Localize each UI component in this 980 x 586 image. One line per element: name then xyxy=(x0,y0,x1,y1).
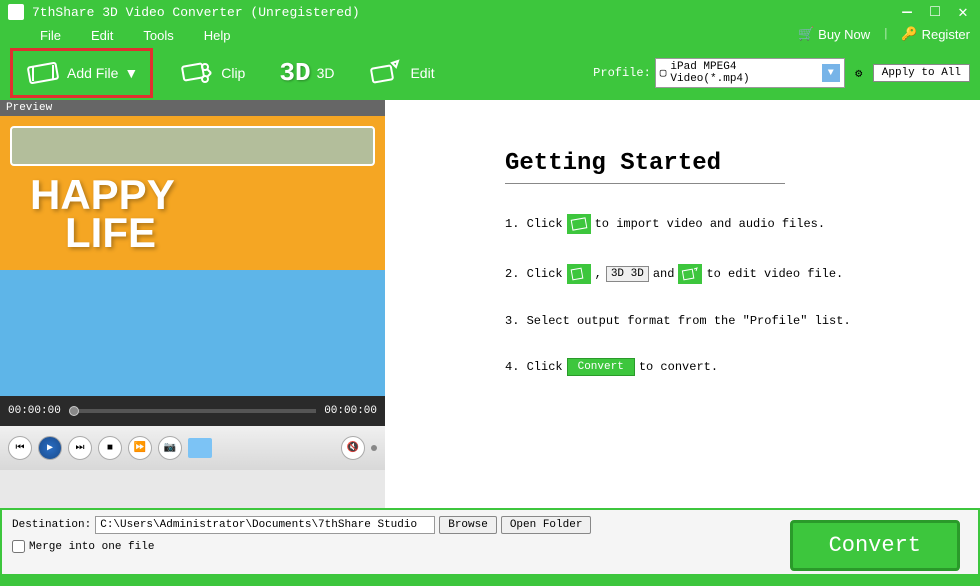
profile-value: iPad MPEG4 Video(*.mp4) xyxy=(670,61,817,85)
inline-convert-badge: Convert xyxy=(567,358,635,376)
time-start: 00:00:00 xyxy=(8,405,61,417)
merge-label: Merge into one file xyxy=(29,541,154,553)
apply-to-all-button[interactable]: Apply to All xyxy=(873,64,970,82)
inline-film-icon xyxy=(567,214,591,234)
divider: | xyxy=(882,27,889,41)
menubar: File Edit Tools Help 🛒 Buy Now | 🔑 Regis… xyxy=(0,24,980,46)
film-icon xyxy=(25,59,61,87)
window-title: 7thShare 3D Video Converter (Unregistere… xyxy=(32,5,888,20)
dropdown-arrow-icon: ▼ xyxy=(124,65,138,81)
add-file-button[interactable]: Add File ▼ xyxy=(10,48,153,98)
stop-button[interactable]: ■ xyxy=(98,436,122,460)
convert-button[interactable]: Convert xyxy=(790,520,960,571)
add-file-label: Add File xyxy=(67,65,118,81)
step-3: 3. Select output format from the "Profil… xyxy=(505,314,950,328)
destination-input[interactable] xyxy=(95,516,435,534)
close-button[interactable]: ✕ xyxy=(954,2,972,22)
inline-3d-badge: 3D 3D xyxy=(606,266,649,282)
inline-edit-icon xyxy=(678,264,702,284)
playback-slider[interactable] xyxy=(69,409,316,413)
clip-button[interactable]: Clip xyxy=(171,55,253,91)
menu-file[interactable]: File xyxy=(40,28,61,43)
step-1: 1. Click to import video and audio files… xyxy=(505,214,950,234)
time-bar: 00:00:00 00:00:00 xyxy=(0,396,385,426)
menu-help[interactable]: Help xyxy=(204,28,231,43)
cart-icon: 🛒 xyxy=(798,26,814,42)
chevron-down-icon: ▼ xyxy=(822,64,840,82)
browse-button[interactable]: Browse xyxy=(439,516,497,534)
buy-now-label: Buy Now xyxy=(818,27,870,42)
profile-section: Profile: ▢ iPad MPEG4 Video(*.mp4) ▼ ⚙ A… xyxy=(593,58,970,88)
clip-label: Clip xyxy=(221,65,245,81)
device-icon: ▢ xyxy=(660,66,667,80)
profile-label: Profile: xyxy=(593,66,651,80)
step-2: 2. Click , 3D 3D and to edit video file. xyxy=(505,264,950,284)
register-link[interactable]: 🔑 Register xyxy=(901,26,970,42)
mute-button[interactable]: 🔇 xyxy=(341,436,365,460)
maximize-button[interactable]: □ xyxy=(926,3,944,21)
key-icon: 🔑 xyxy=(901,26,917,42)
clip-icon xyxy=(179,59,215,87)
time-end: 00:00:00 xyxy=(324,405,377,417)
buy-now-link[interactable]: 🛒 Buy Now xyxy=(798,26,870,42)
merge-checkbox[interactable] xyxy=(12,540,25,553)
forward-button[interactable]: ⏭ xyxy=(68,436,92,460)
edit-button[interactable]: Edit xyxy=(360,55,442,91)
menu-edit[interactable]: Edit xyxy=(91,28,113,43)
destination-label: Destination: xyxy=(12,519,91,531)
gear-icon: ⚙ xyxy=(855,66,862,81)
getting-started-panel: Getting Started 1. Click to import video… xyxy=(385,100,980,508)
3d-label: 3D xyxy=(317,65,335,81)
edit-label: Edit xyxy=(410,65,434,81)
play-button[interactable]: ▶ xyxy=(38,436,62,460)
preview-panel: Preview HAPPY LIFE 00:00:00 00:00:00 ⏮ ▶… xyxy=(0,100,385,508)
slider-thumb[interactable] xyxy=(69,406,79,416)
3d-icon-label: 3D xyxy=(279,58,310,88)
playback-controls: ⏮ ▶ ⏭ ■ ⏩ 📷 🔇 xyxy=(0,426,385,470)
snapshot-button[interactable]: 📷 xyxy=(158,436,182,460)
rewind-button[interactable]: ⏮ xyxy=(8,436,32,460)
volume-indicator xyxy=(371,445,377,451)
menu-tools[interactable]: Tools xyxy=(143,28,173,43)
3d-button[interactable]: 3D 3D xyxy=(271,54,342,92)
register-label: Register xyxy=(922,27,970,42)
getting-started-title: Getting Started xyxy=(505,150,950,177)
edit-icon xyxy=(368,59,404,87)
minimize-button[interactable]: — xyxy=(898,3,916,21)
profile-select[interactable]: ▢ iPad MPEG4 Video(*.mp4) ▼ xyxy=(655,58,845,88)
settings-button[interactable]: ⚙ xyxy=(849,63,869,83)
step-4: 4. Click Convert to convert. xyxy=(505,358,950,376)
next-button[interactable]: ⏩ xyxy=(128,436,152,460)
open-folder-button[interactable]: Open Folder xyxy=(501,516,592,534)
footer-strip xyxy=(0,576,980,586)
preview-image: HAPPY LIFE xyxy=(0,116,385,396)
folder-button[interactable] xyxy=(188,438,212,458)
toolbar: Add File ▼ Clip 3D 3D Edit xyxy=(0,46,980,100)
bottom-bar: Destination: Browse Open Folder Merge in… xyxy=(0,508,980,576)
preview-label: Preview xyxy=(0,100,385,116)
titlebar: 7thShare 3D Video Converter (Unregistere… xyxy=(0,0,980,24)
app-logo-icon xyxy=(8,4,24,20)
inline-clip-icon xyxy=(567,264,591,284)
